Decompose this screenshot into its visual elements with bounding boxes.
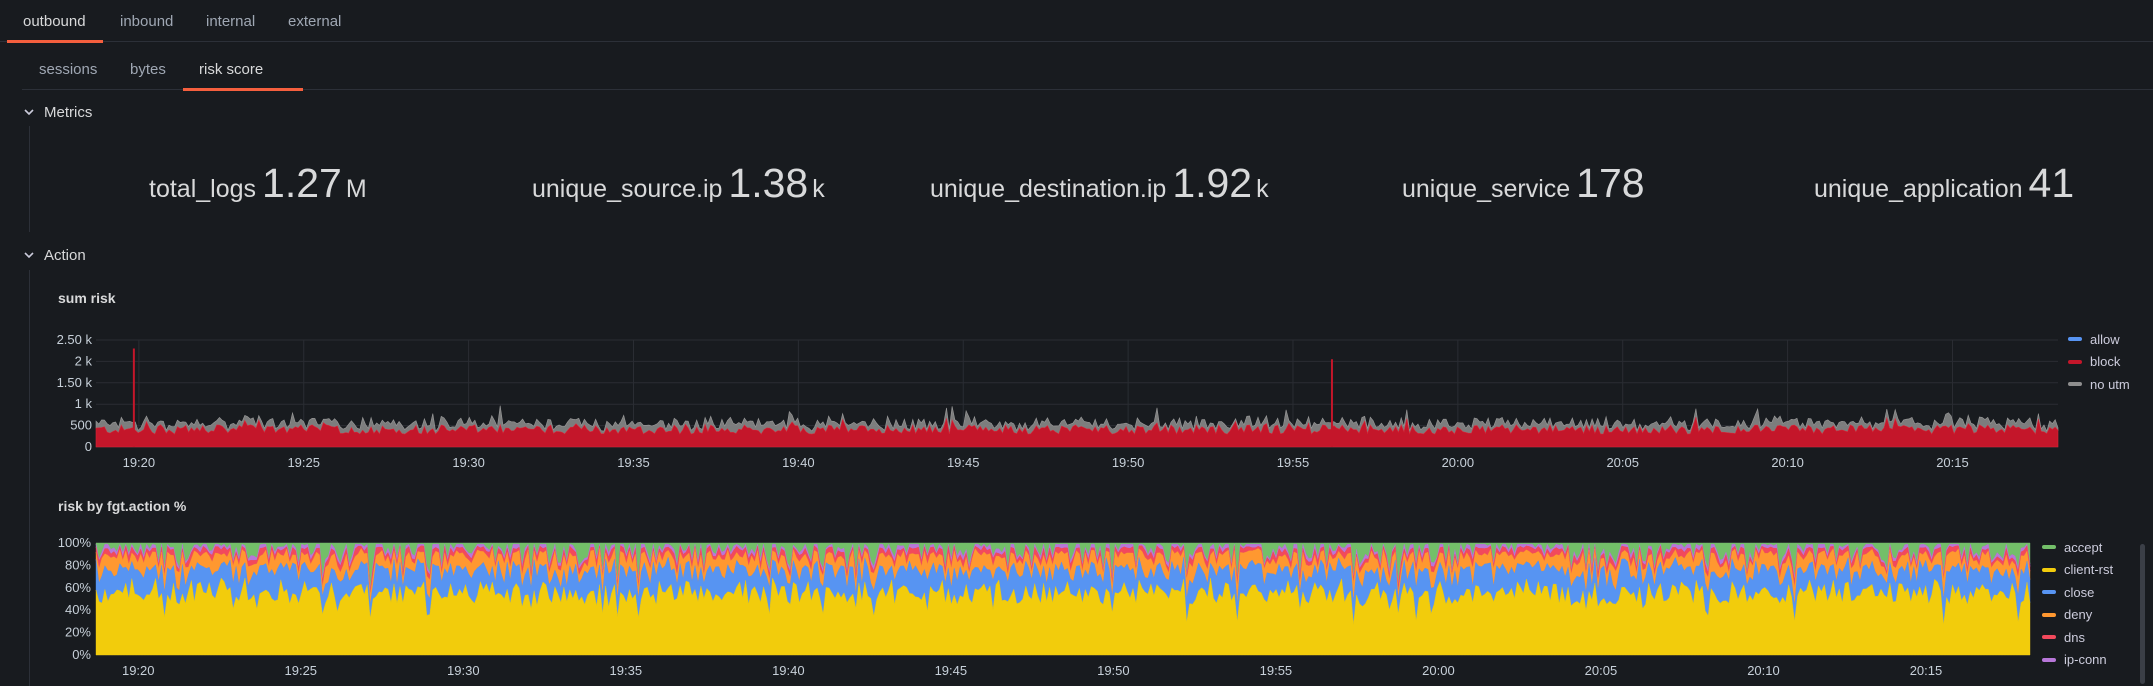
x-tick-label: 19:50 [1112, 455, 1145, 470]
legend-label: block [2090, 354, 2121, 370]
x-tick-label: 19:40 [772, 663, 805, 678]
y-tick-label: 1.50 k [57, 375, 93, 390]
y-tick-label: 20% [65, 625, 91, 640]
x-tick-label: 19:45 [947, 455, 980, 470]
legend-label: dns [2064, 629, 2085, 645]
legend-item-allow[interactable]: allow [2068, 328, 2130, 351]
legend-swatch [2042, 657, 2056, 662]
legend-label: allow [2090, 331, 2120, 347]
legend-item-client-rst[interactable]: client-rst [2042, 559, 2113, 582]
legend-sum-risk: allow block no utm [2068, 328, 2130, 396]
legend-swatch [2068, 382, 2082, 387]
legend-item-dns[interactable]: dns [2042, 626, 2113, 649]
x-tick-label: 20:15 [1936, 455, 1969, 470]
x-tick-label: 20:00 [1442, 455, 1475, 470]
x-tick-label: 19:45 [935, 663, 968, 678]
legend-swatch [2042, 545, 2056, 550]
x-tick-label: 20:05 [1606, 455, 1639, 470]
legend-item-close[interactable]: close [2042, 581, 2113, 604]
x-tick-label: 20:10 [1747, 663, 1780, 678]
x-tick-label: 19:55 [1260, 663, 1293, 678]
x-tick-label: 19:30 [447, 663, 480, 678]
sum-risk-chart: 0 500 1 k 1.50 k 2 k 2.50 k 19:20 19:25 19:30 19:… [57, 332, 2059, 678]
legend-label: ip-conn [2064, 652, 2107, 668]
legend-label: client-rst [2064, 562, 2114, 578]
legend-scrollbar[interactable] [2140, 544, 2145, 684]
panel-title-risk-by-action: risk by fgt.action % [58, 498, 187, 514]
legend-item-block[interactable]: block [2068, 351, 2130, 374]
legend-label: no utm [2090, 376, 2130, 392]
x-tick-label: 19:25 [285, 663, 318, 678]
x-tick-label: 19:35 [610, 663, 643, 678]
legend-swatch [2042, 612, 2056, 617]
x-tick-label: 20:00 [1422, 663, 1455, 678]
y-tick-label: 2 k [75, 353, 93, 368]
legend-swatch [2068, 337, 2082, 342]
legend-label: close [2064, 584, 2095, 600]
legend-item-ip-conn[interactable]: ip-conn [2042, 649, 2113, 672]
x-tick-label: 19:40 [782, 455, 815, 470]
x-tick-label: 20:10 [1771, 455, 1804, 470]
y-tick-label: 1 k [75, 396, 93, 411]
legend-swatch [2068, 359, 2082, 364]
y-tick-label: 0% [72, 647, 91, 662]
legend-swatch [2042, 635, 2056, 640]
x-tick-label: 19:50 [1097, 663, 1130, 678]
y-tick-label: 500 [70, 418, 92, 433]
legend-item-deny[interactable]: deny [2042, 604, 2113, 627]
x-tick-label: 19:35 [617, 455, 650, 470]
y-tick-label: 0 [85, 439, 92, 454]
legend-item-accept[interactable]: accept [2042, 536, 2113, 559]
x-tick-label: 19:30 [452, 455, 485, 470]
legend-swatch [2042, 590, 2056, 595]
x-tick-label: 19:20 [122, 663, 155, 678]
y-tick-label: 100% [58, 535, 92, 550]
x-tick-label: 20:15 [1910, 663, 1943, 678]
y-tick-label: 60% [65, 580, 91, 595]
legend-risk-by-action: accept client-rst close deny dns ip-conn [2042, 536, 2113, 671]
legend-label: deny [2064, 607, 2093, 623]
y-tick-label: 2.50 k [57, 332, 93, 347]
y-tick-label: 40% [65, 602, 91, 617]
legend-label: accept [2064, 539, 2103, 555]
x-tick-label: 20:05 [1585, 663, 1618, 678]
y-tick-label: 80% [65, 557, 91, 572]
x-tick-label: 19:55 [1277, 455, 1310, 470]
x-tick-label: 19:25 [287, 455, 320, 470]
legend-swatch [2042, 567, 2056, 572]
x-tick-label: 19:20 [123, 455, 156, 470]
legend-item-no-utm[interactable]: no utm [2068, 373, 2130, 396]
